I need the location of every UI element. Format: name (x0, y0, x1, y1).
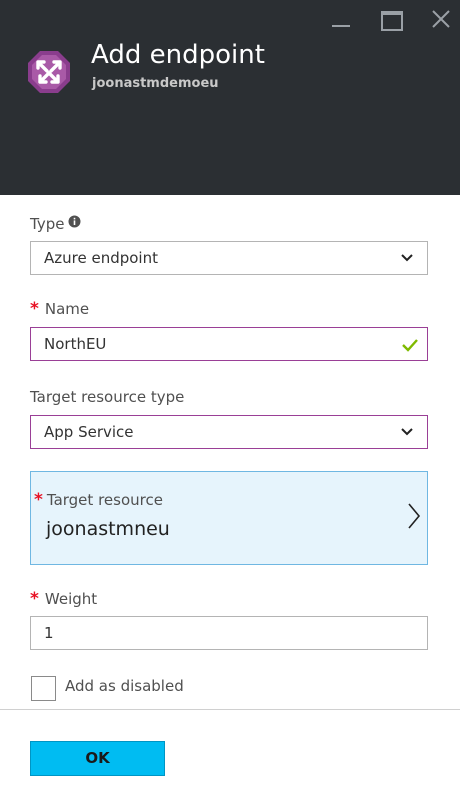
target-resource-type-label: Target resource type (30, 388, 185, 406)
weight-input-value: 1 (44, 624, 54, 642)
info-icon[interactable] (68, 214, 81, 232)
target-resource-type-dropdown[interactable]: App Service (30, 415, 428, 449)
target-resource-type-value: App Service (44, 423, 134, 441)
maximize-icon[interactable] (380, 8, 404, 31)
chevron-down-icon (401, 428, 413, 436)
blade-header: Add endpoint joonastmdemoeu (0, 0, 460, 195)
target-resource-selector[interactable]: * Target resource joonastmneu (30, 471, 428, 565)
chevron-right-icon (408, 503, 421, 529)
weight-label: * Weight (30, 589, 97, 609)
blade-title: Add endpoint (91, 40, 265, 70)
close-icon[interactable] (430, 8, 454, 30)
required-marker: * (30, 299, 39, 319)
ok-button[interactable]: OK (30, 741, 165, 776)
required-marker: * (34, 490, 43, 510)
target-resource-label: * Target resource (34, 490, 163, 510)
weight-label-text: Weight (44, 590, 98, 608)
type-label-text: Type (30, 215, 65, 233)
traffic-manager-icon (26, 49, 72, 95)
add-as-disabled-label[interactable]: Add as disabled (65, 677, 184, 695)
type-label: Type (30, 214, 81, 233)
chevron-down-icon (401, 254, 413, 262)
name-label-text: Name (44, 300, 90, 318)
minimize-icon[interactable] (330, 8, 354, 30)
type-dropdown-value: Azure endpoint (44, 249, 158, 267)
footer-divider (0, 709, 460, 710)
blade-subtitle: joonastmdemoeu (92, 76, 219, 91)
name-label: * Name (30, 299, 89, 319)
name-input-value: NorthEU (44, 335, 107, 353)
checkmark-icon (402, 339, 418, 352)
type-dropdown[interactable]: Azure endpoint (30, 241, 428, 275)
target-resource-value: joonastmneu (46, 518, 170, 540)
required-marker: * (30, 589, 39, 609)
target-resource-label-text: Target resource (46, 491, 163, 509)
add-as-disabled-checkbox[interactable] (31, 676, 56, 701)
name-input[interactable]: NorthEU (30, 327, 428, 361)
weight-input[interactable]: 1 (30, 616, 428, 650)
